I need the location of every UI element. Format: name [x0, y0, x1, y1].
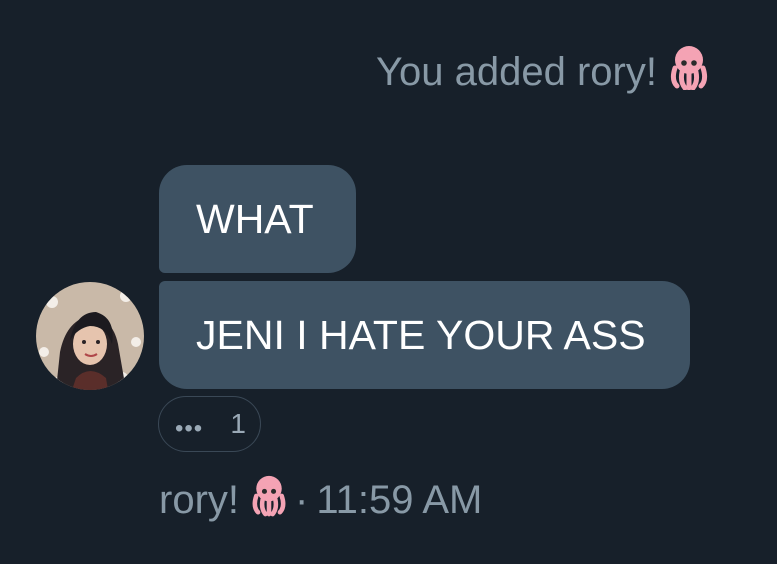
- message-meta: rory! · 11:59 AM: [159, 473, 482, 527]
- ellipsis-icon: •••: [175, 415, 204, 442]
- avatar[interactable]: [36, 282, 144, 390]
- message-text: WHAT: [196, 195, 314, 242]
- meta-separator: ·: [295, 477, 309, 522]
- reaction-count: 1: [230, 408, 246, 439]
- octopus-icon: [249, 473, 289, 527]
- sender-name[interactable]: rory!: [159, 478, 239, 523]
- system-message-text: You added rory!: [376, 49, 657, 94]
- message-bubble[interactable]: WHAT: [159, 165, 356, 273]
- octopus-icon: [667, 44, 711, 100]
- reaction-pill[interactable]: ••• 1: [158, 396, 261, 452]
- timestamp: 11:59 AM: [316, 477, 483, 522]
- message-bubble[interactable]: JENI I HATE YOUR ASS: [159, 281, 690, 389]
- message-text: JENI I HATE YOUR ASS: [196, 311, 646, 358]
- system-message: You added rory!: [376, 44, 711, 100]
